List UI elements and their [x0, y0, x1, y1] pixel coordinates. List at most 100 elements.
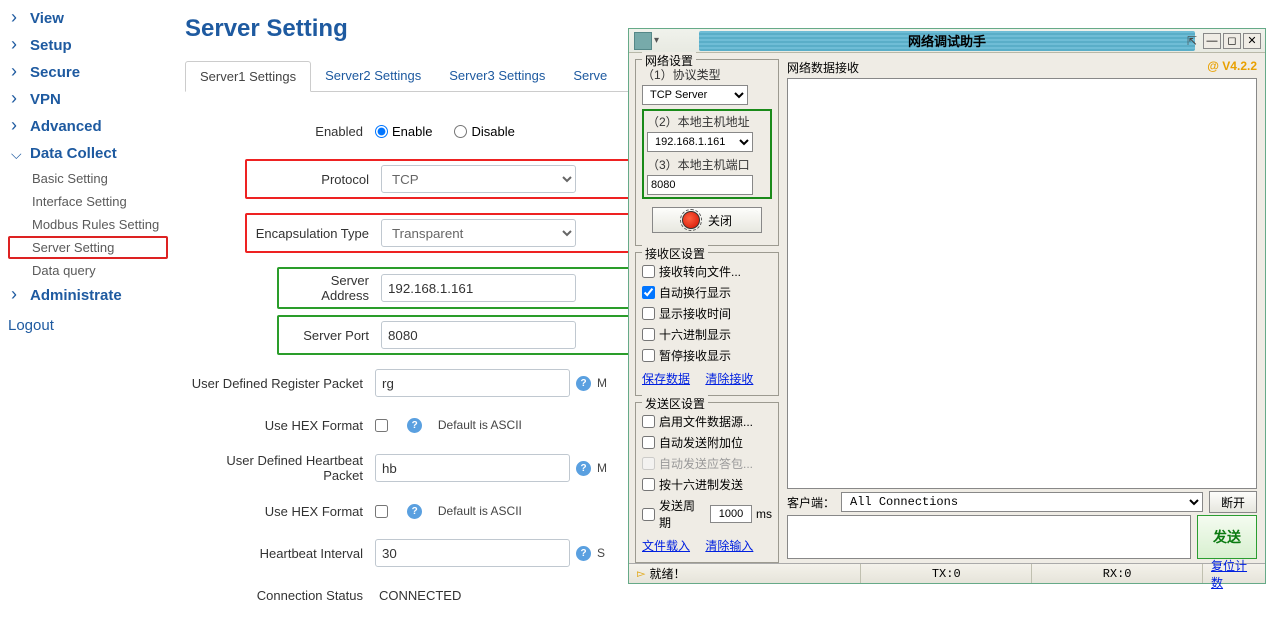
- reset-count-link[interactable]: 复位计数: [1203, 564, 1265, 583]
- host-select[interactable]: 192.168.1.161: [647, 132, 753, 152]
- nav-setup[interactable]: Setup: [8, 32, 168, 59]
- tx-opt-1-label: 自动发送附加位: [659, 434, 743, 451]
- server-port-label: Server Port: [283, 328, 381, 343]
- tx-opt-2-label: 自动发送应答包...: [659, 455, 753, 472]
- nav-view[interactable]: View: [8, 5, 168, 32]
- send-button[interactable]: 发送: [1197, 515, 1257, 559]
- disable-radio[interactable]: [454, 125, 467, 138]
- maximize-button[interactable]: ◻: [1223, 33, 1241, 49]
- tx-opt-0[interactable]: [642, 415, 655, 428]
- rx-opt-2-label: 显示接收时间: [659, 305, 731, 322]
- nav-data-collect[interactable]: Data Collect: [8, 140, 168, 167]
- tx-opt-3[interactable]: [642, 478, 655, 491]
- hex1-checkbox[interactable]: [375, 419, 388, 432]
- nav-administrate[interactable]: Administrate: [8, 282, 168, 309]
- main-content: Server Setting Server1 Settings Server2 …: [185, 15, 630, 623]
- tx-opt-3-label: 按十六进制发送: [659, 476, 743, 493]
- server-addr-label: Server Address: [283, 273, 381, 303]
- hex1-help: Default is ASCII: [438, 418, 522, 432]
- enable-text: Enable: [392, 124, 432, 139]
- host-label: （2）本地主机地址: [647, 113, 767, 130]
- pin-icon[interactable]: ⇱: [1187, 34, 1197, 48]
- rx-count: RX:0: [1032, 564, 1203, 583]
- rx-textarea[interactable]: [787, 78, 1257, 489]
- rx-opt-2[interactable]: [642, 307, 655, 320]
- conn-status-value: CONNECTED: [375, 588, 461, 603]
- enable-radio[interactable]: [375, 125, 388, 138]
- hex2-checkbox[interactable]: [375, 505, 388, 518]
- help-icon[interactable]: ?: [407, 504, 422, 519]
- sub-data-query[interactable]: Data query: [8, 259, 168, 282]
- nav-secure[interactable]: Secure: [8, 59, 168, 86]
- window-title: 网络调试助手: [699, 31, 1195, 51]
- sidebar: View Setup Secure VPN Advanced Data Coll…: [8, 5, 168, 342]
- rx-settings-title: 接收区设置: [642, 245, 708, 262]
- save-data-link[interactable]: 保存数据: [642, 372, 690, 386]
- tab-server2[interactable]: Server2 Settings: [311, 61, 435, 91]
- tx-opt-1[interactable]: [642, 436, 655, 449]
- hex2-help: Default is ASCII: [438, 504, 522, 518]
- menu-drop-icon[interactable]: ▾: [654, 35, 659, 46]
- status-dot-icon: [682, 211, 700, 229]
- hex2-label: Use HEX Format: [185, 504, 375, 519]
- reg-packet-label: User Defined Register Packet: [185, 376, 375, 391]
- nav-advanced[interactable]: Advanced: [8, 113, 168, 140]
- hex1-label: Use HEX Format: [185, 418, 375, 433]
- tab-server1[interactable]: Server1 Settings: [185, 61, 311, 92]
- rx-opt-1-label: 自动换行显示: [659, 284, 731, 301]
- hb-packet-label: User Defined Heartbeat Packet: [185, 453, 375, 483]
- server-addr-input[interactable]: [381, 274, 576, 302]
- enabled-label: Enabled: [185, 124, 375, 139]
- help-icon[interactable]: ?: [576, 461, 591, 476]
- rx-opt-4[interactable]: [642, 349, 655, 362]
- port-label: （3）本地主机端口: [647, 156, 767, 173]
- rx-opt-3-label: 十六进制显示: [659, 326, 731, 343]
- tx-settings-title: 发送区设置: [642, 395, 708, 412]
- close-btn-label: 关闭: [708, 212, 732, 229]
- ready-icon: ▻: [637, 567, 645, 580]
- logout-link[interactable]: Logout: [8, 309, 168, 342]
- sub-modbus-rules[interactable]: Modbus Rules Setting: [8, 213, 168, 236]
- file-load-link[interactable]: 文件载入: [642, 539, 690, 553]
- close-button[interactable]: ✕: [1243, 33, 1261, 49]
- minimize-button[interactable]: —: [1203, 33, 1221, 49]
- help-icon[interactable]: ?: [576, 546, 591, 561]
- tab-server4[interactable]: Serve: [559, 61, 621, 91]
- help-icon[interactable]: ?: [576, 376, 591, 391]
- cycle-unit: ms: [756, 507, 772, 521]
- proto-select[interactable]: TCP Server: [642, 85, 748, 105]
- sub-basic-setting[interactable]: Basic Setting: [8, 167, 168, 190]
- hb-packet-input[interactable]: [375, 454, 570, 482]
- sub-server-setting[interactable]: Server Setting: [8, 236, 168, 259]
- conn-status-label: Connection Status: [185, 588, 375, 603]
- send-textarea[interactable]: [787, 515, 1191, 559]
- tx-count: TX:0: [861, 564, 1032, 583]
- hb-interval-input[interactable]: [375, 539, 570, 567]
- tx-cycle-cb[interactable]: [642, 508, 655, 521]
- rx-opt-3[interactable]: [642, 328, 655, 341]
- encap-select[interactable]: Transparent: [381, 219, 576, 247]
- rx-opt-1[interactable]: [642, 286, 655, 299]
- right-panel: 网络数据接收 @ V4.2.2 客户端： All Connections 断开 …: [785, 53, 1265, 563]
- help-text: M: [597, 461, 607, 475]
- rx-opt-0[interactable]: [642, 265, 655, 278]
- net-settings-group: 网络设置 （1）协议类型 TCP Server （2）本地主机地址 192.16…: [635, 59, 779, 246]
- nav-vpn[interactable]: VPN: [8, 86, 168, 113]
- cycle-input[interactable]: [710, 505, 752, 523]
- close-connection-button[interactable]: 关闭: [652, 207, 762, 233]
- disconnect-button[interactable]: 断开: [1209, 491, 1257, 513]
- titlebar[interactable]: ▾ 网络调试助手 ⇱ — ◻ ✕: [629, 29, 1265, 53]
- left-panel: 网络设置 （1）协议类型 TCP Server （2）本地主机地址 192.16…: [629, 53, 785, 563]
- reg-packet-input[interactable]: [375, 369, 570, 397]
- server-tabs: Server1 Settings Server2 Settings Server…: [185, 61, 630, 92]
- tab-server3[interactable]: Server3 Settings: [435, 61, 559, 91]
- clear-rx-link[interactable]: 清除接收: [705, 372, 753, 386]
- help-icon[interactable]: ?: [407, 418, 422, 433]
- disable-text: Disable: [471, 124, 514, 139]
- clear-tx-link[interactable]: 清除输入: [705, 539, 753, 553]
- port-input[interactable]: [647, 175, 753, 195]
- sub-interface-setting[interactable]: Interface Setting: [8, 190, 168, 213]
- client-select[interactable]: All Connections: [841, 492, 1203, 512]
- protocol-select[interactable]: TCP: [381, 165, 576, 193]
- server-port-input[interactable]: [381, 321, 576, 349]
